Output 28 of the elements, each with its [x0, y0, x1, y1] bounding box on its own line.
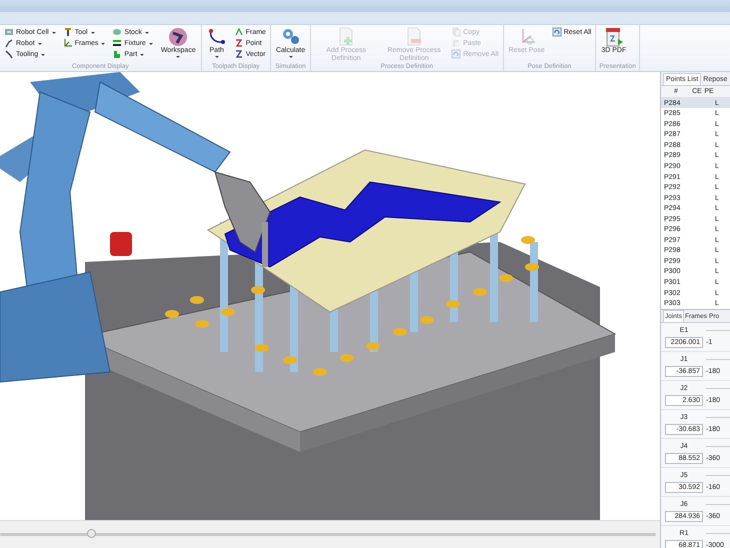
caret-icon: [41, 54, 46, 56]
caret-icon: [52, 32, 56, 34]
caret-icon: [288, 56, 293, 58]
reset-icon: [451, 49, 462, 59]
tool-icon: [62, 27, 73, 37]
caret-icon: [148, 42, 153, 44]
stock-icon: [112, 27, 122, 37]
axes-icon: [62, 38, 73, 48]
pdf-icon: [604, 27, 624, 47]
reset-icon: [552, 27, 562, 37]
slider-thumb[interactable]: [86, 529, 96, 538]
caret-icon: [140, 54, 144, 56]
point-icon: [234, 38, 244, 48]
caret-icon: [214, 56, 219, 58]
caret-icon: [90, 32, 95, 34]
fixture-icon: [112, 38, 122, 48]
part-icon: [112, 49, 122, 59]
caret-icon: [38, 42, 42, 44]
gears-icon: [280, 27, 301, 47]
frame-icon: [234, 27, 244, 37]
caret-icon: [101, 42, 106, 44]
caret-icon: [176, 56, 180, 58]
tooling-icon: [4, 49, 14, 59]
caret-icon: [144, 32, 149, 34]
copy-icon: [451, 27, 462, 37]
cell-icon: [4, 27, 14, 37]
path-icon: [206, 27, 227, 47]
paste-icon: [451, 38, 462, 48]
